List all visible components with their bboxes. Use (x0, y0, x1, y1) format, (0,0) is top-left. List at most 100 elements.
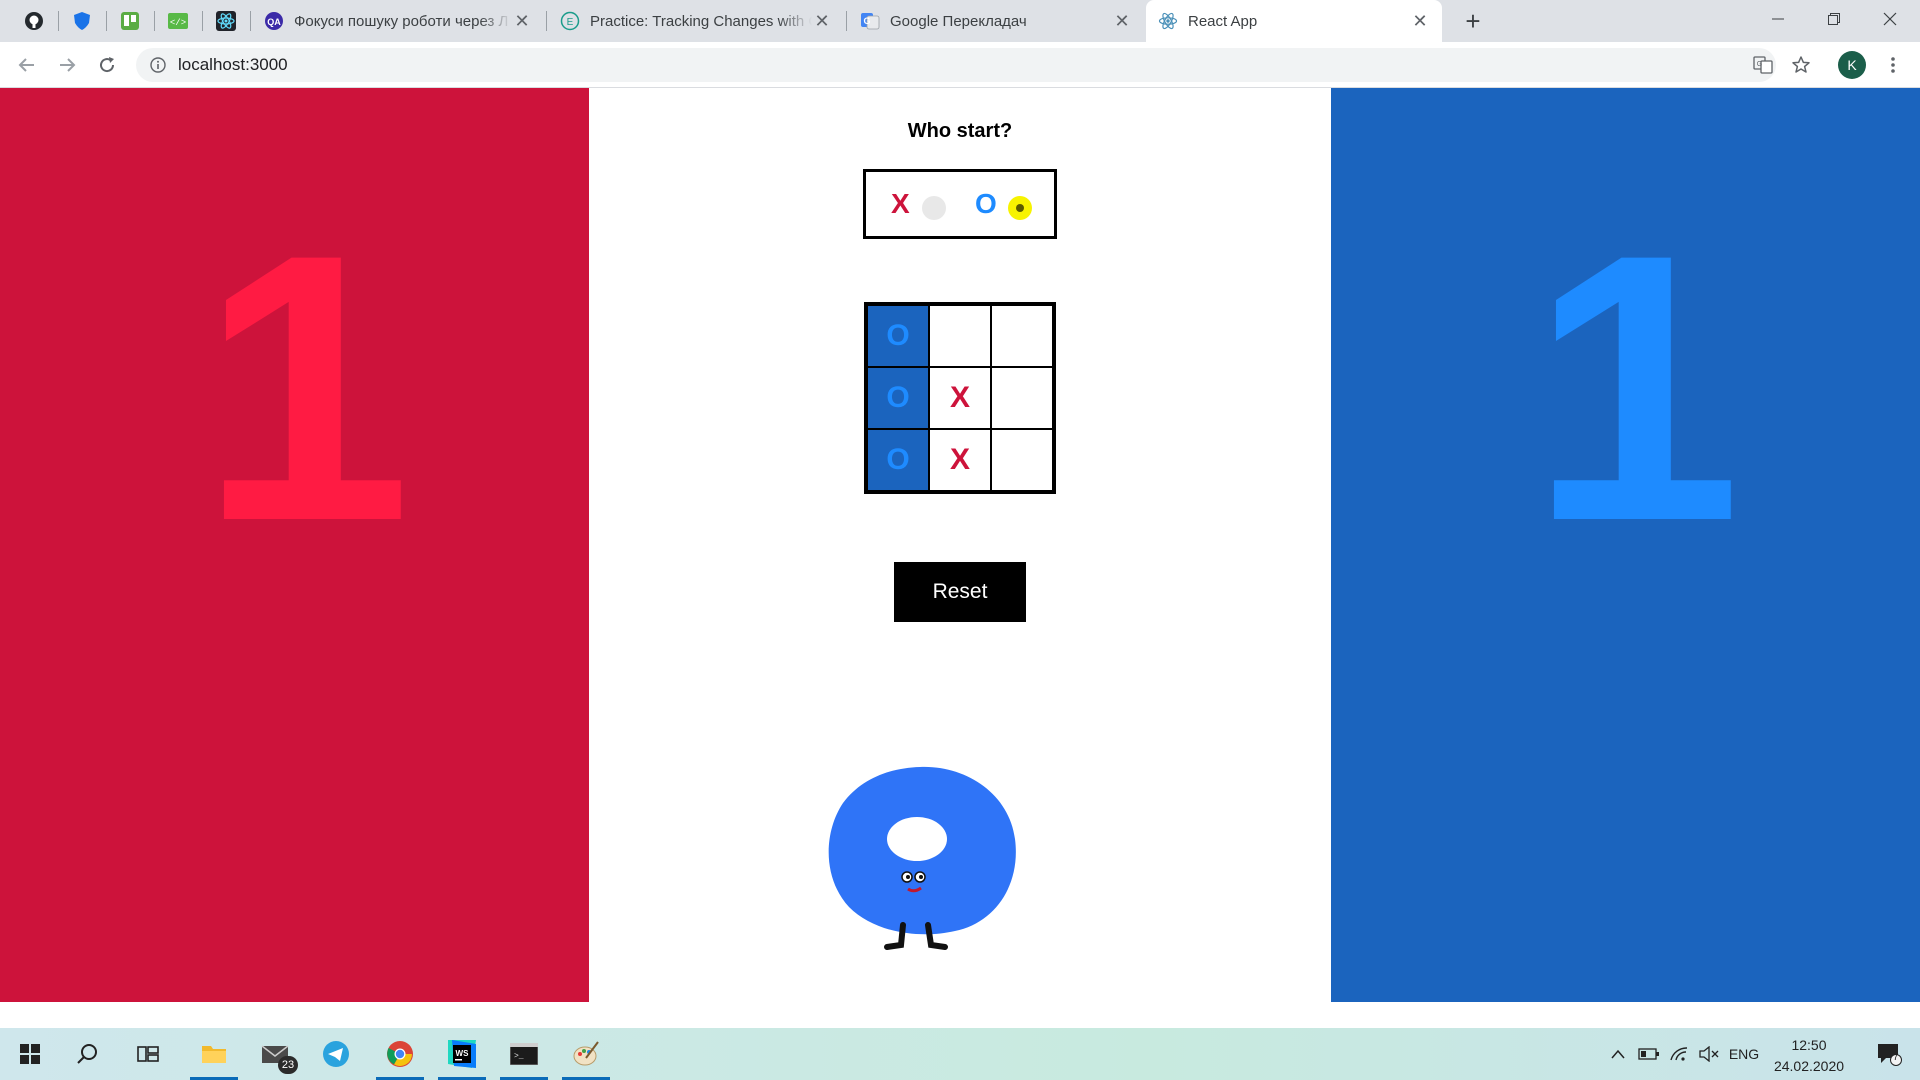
tab-title: React App (1188, 12, 1258, 30)
file-explorer-icon (202, 1046, 226, 1063)
close-icon[interactable]: ✕ (1410, 11, 1430, 31)
translate-icon: G (1753, 56, 1773, 74)
svg-text:G: G (863, 16, 870, 26)
volume-muted-icon (1699, 1046, 1719, 1062)
board-cell-3[interactable]: O (867, 367, 929, 429)
tab-separator (846, 11, 847, 31)
taskbar-webstorm[interactable]: WS (434, 1028, 490, 1080)
clock-date: 24.02.2020 (1773, 1058, 1845, 1074)
input-language[interactable]: ENG (1724, 1028, 1764, 1080)
clock-time: 12:50 (1791, 1037, 1827, 1053)
pinned-tab-trello[interactable] (106, 0, 154, 42)
new-tab-button[interactable]: + (1458, 6, 1488, 36)
who-start-heading: Who start? (907, 120, 1013, 142)
svg-text:>_: >_ (514, 1052, 524, 1061)
network-status[interactable] (1664, 1028, 1694, 1080)
reload-icon (100, 57, 115, 73)
board-cell-7[interactable]: X (929, 429, 991, 491)
close-icon[interactable]: ✕ (812, 11, 832, 31)
task-view-button[interactable] (120, 1028, 176, 1080)
restore-icon (1828, 13, 1840, 25)
svg-text:WS: WS (456, 1049, 470, 1058)
board-cell-0[interactable]: O (867, 305, 929, 367)
menu-button[interactable] (1878, 50, 1908, 80)
tab-title: Фокуси пошуку роботи через Л (294, 12, 509, 30)
donut-mascot-illustration (828, 766, 1016, 950)
taskbar-mail[interactable]: 23 (248, 1028, 304, 1080)
tab-separator (250, 11, 251, 31)
restore-button[interactable] (1806, 0, 1862, 38)
close-window-button[interactable] (1862, 0, 1918, 38)
system-clock[interactable]: 12:50 24.02.2020 (1764, 1035, 1854, 1077)
back-button[interactable] (12, 50, 42, 80)
svg-text:G: G (1757, 61, 1762, 68)
board-cell-2[interactable] (991, 305, 1053, 367)
webstorm-icon: WS (448, 1040, 476, 1068)
close-icon[interactable]: ✕ (1112, 11, 1132, 31)
taskbar-file-explorer[interactable] (186, 1028, 242, 1080)
tab-practice[interactable]: E Practice: Tracking Changes with C ✕ (548, 0, 844, 42)
pinned-tab-react[interactable] (202, 0, 250, 42)
react-icon (1158, 11, 1178, 31)
minimize-icon (1772, 18, 1784, 20)
taskbar-search-button[interactable] (60, 1028, 116, 1080)
chrome-icon (387, 1041, 413, 1067)
radio-x[interactable] (922, 196, 946, 220)
pinned-tab-github[interactable] (10, 0, 58, 42)
more-vert-icon (1891, 57, 1895, 73)
start-button[interactable] (2, 1028, 58, 1080)
forward-button[interactable] (52, 50, 82, 80)
close-icon[interactable]: ✕ (512, 11, 532, 31)
bookmark-button[interactable] (1786, 50, 1816, 80)
svg-text:</>: </> (170, 18, 186, 28)
url-text[interactable]: localhost:3000 (178, 55, 288, 75)
start-icon (20, 1044, 40, 1064)
trello-icon (121, 12, 139, 30)
tab-qa[interactable]: QA Фокуси пошуку роботи через Л ✕ (252, 0, 544, 42)
chevron-up-icon (1611, 1049, 1625, 1059)
board-cell-4[interactable]: X (929, 367, 991, 429)
chooser-o-label: O (975, 188, 997, 219)
taskbar-terminal[interactable]: >_ (496, 1028, 552, 1080)
code-sandbox-icon: </> (168, 13, 188, 29)
wifi-icon (1670, 1047, 1688, 1061)
translate-page-button[interactable]: G (1748, 50, 1778, 80)
browser-toolbar: localhost:3000 G (0, 42, 1920, 88)
reset-button[interactable]: Reset (894, 562, 1026, 622)
arrow-left-icon (18, 58, 34, 72)
board-cell-1[interactable] (929, 305, 991, 367)
board-cell-5[interactable] (991, 367, 1053, 429)
terminal-icon: >_ (510, 1043, 538, 1065)
shield-icon (74, 12, 90, 30)
game-board: O O X O X (864, 302, 1056, 494)
address-bar[interactable]: localhost:3000 (136, 48, 1776, 82)
taskbar-paint[interactable] (558, 1028, 614, 1080)
react-icon (216, 11, 236, 31)
pinned-tab-codesandbox[interactable]: </> (154, 0, 202, 42)
telegram-icon (323, 1041, 349, 1067)
minimize-button[interactable] (1750, 0, 1806, 38)
paint-icon (573, 1041, 599, 1066)
profile-avatar[interactable]: K (1838, 51, 1866, 79)
action-center-button[interactable]: 7 (1866, 1028, 1912, 1080)
taskbar-telegram[interactable] (308, 1028, 364, 1080)
battery-status[interactable] (1634, 1028, 1664, 1080)
board-cell-6[interactable]: O (867, 429, 929, 491)
taskbar-chrome[interactable] (372, 1028, 428, 1080)
google-translate-icon: G (860, 11, 880, 31)
volume-status[interactable] (1694, 1028, 1724, 1080)
pinned-tab-shield[interactable] (58, 0, 106, 42)
e-icon: E (560, 11, 580, 31)
tab-google-translate[interactable]: G Google Перекладач ✕ (848, 0, 1144, 42)
x-score: 1 (200, 175, 412, 600)
show-hidden-icons-button[interactable] (1604, 1028, 1632, 1080)
windows-taskbar: 23 WS >_ ENG 12:50 24.02.2020 7 (0, 1028, 1920, 1080)
qa-icon: QA (264, 11, 284, 31)
reload-button[interactable] (92, 50, 122, 80)
browser-tab-bar: </> QA Фокуси пошуку роботи через Л ✕ E … (0, 0, 1920, 42)
svg-text:QA: QA (267, 17, 281, 27)
board-cell-8[interactable] (991, 429, 1053, 491)
tab-react-app[interactable]: React App ✕ (1146, 0, 1442, 42)
radio-o-selected[interactable] (1008, 196, 1032, 220)
info-icon[interactable] (150, 57, 166, 73)
